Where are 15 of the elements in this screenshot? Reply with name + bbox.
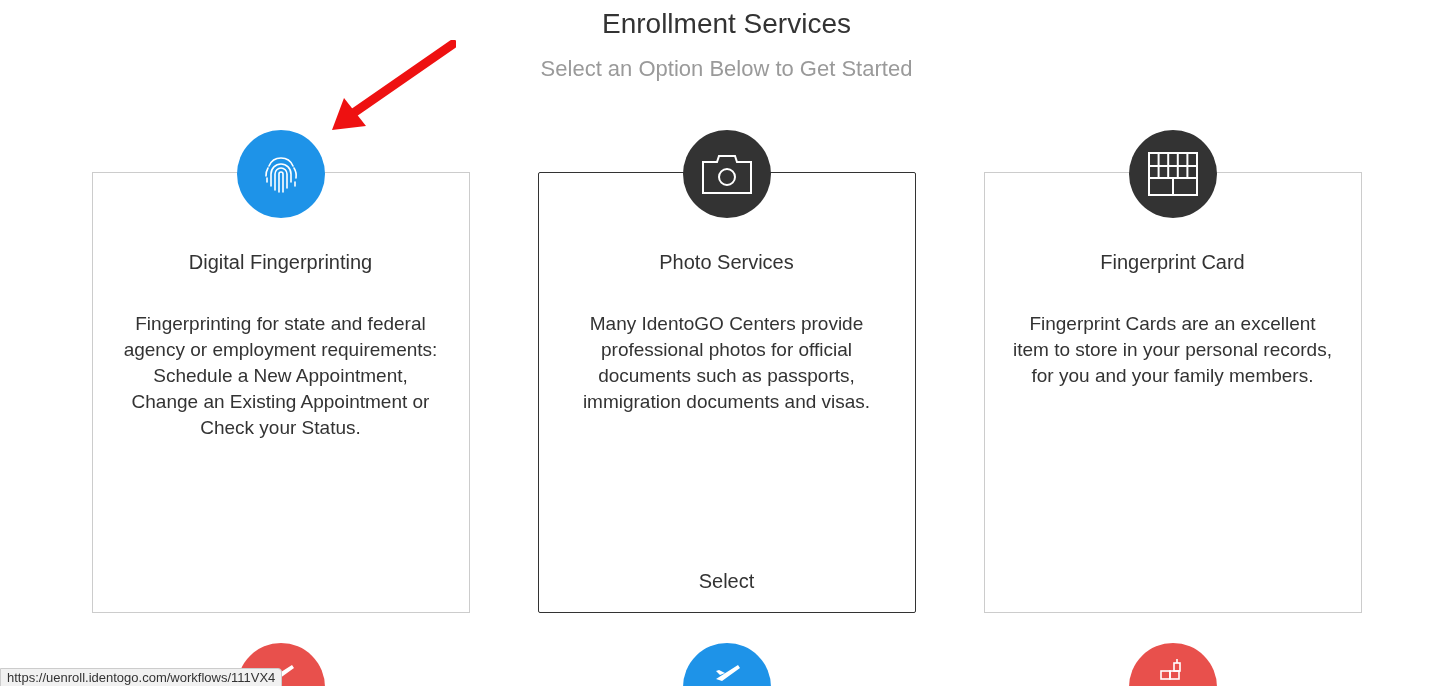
card-title: Fingerprint Card [1100, 250, 1245, 275]
grid-card-icon [1147, 152, 1198, 196]
card-title: Digital Fingerprinting [188, 250, 373, 275]
service-card[interactable]: Fingerprint Card Fingerprint Cards are an excellent item to store in your personal records, for you and your family members. [983, 172, 1362, 613]
page-subtitle: Select an Option Below to Get Started [540, 55, 913, 83]
page-title: Enrollment Services [602, 7, 851, 41]
select-link[interactable]: Select [698, 568, 755, 594]
card-description: Many IdentoGO Centers provide professional photos for official documents such as passports, immigration documents and visas. [581, 312, 872, 414]
card-description: Fingerprinting for state and federal agency or employment requirements: Schedule a New Appointment, Change an Existing Appointment or Check your Status. [122, 312, 439, 440]
camera-icon [700, 153, 753, 195]
card-title: Photo Services [659, 250, 794, 275]
status-url: https://uenroll.identogo.com/workflows/111VX4 [0, 668, 283, 686]
service-card[interactable]: Digital Fingerprinting Fingerprinting for state and federal agency or employment requirements: Schedule a New Appointment, Change an Existing Appointment or Check your Status. [91, 172, 470, 613]
service-card[interactable]: Photo Services Many IdentoGO Centers provide professional photos for official documents such as passports, immigration documents and visas. Select [537, 172, 916, 613]
card-description: Fingerprint Cards are an excellent item to store in your personal records, for you and your family members. [1012, 312, 1333, 388]
